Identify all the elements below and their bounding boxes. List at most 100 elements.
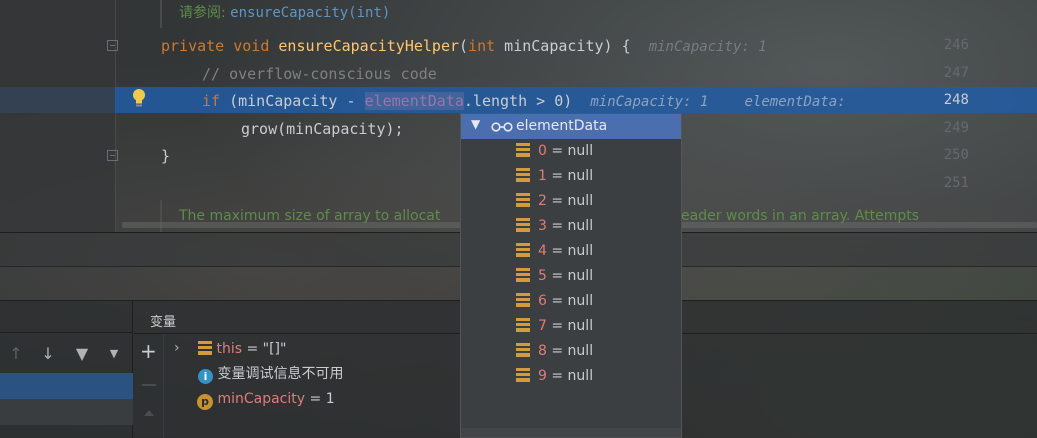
chevron-down-icon[interactable]: ▼ [104, 342, 124, 366]
variable-name: minCapacity [217, 391, 306, 407]
fold-icon[interactable] [107, 40, 118, 51]
popup-header[interactable]: ▼ elementData [461, 114, 681, 139]
variable-info-text: 变量调试信息不可用 [217, 366, 344, 382]
fold-end-icon[interactable] [107, 150, 118, 161]
field-icon [516, 218, 530, 232]
variable-eq: = [242, 341, 263, 357]
array-element-7[interactable]: 7 = null [516, 314, 593, 339]
field-icon [516, 318, 530, 332]
line-number-246: 246 [943, 37, 969, 53]
code-line-249: grow(minCapacity); [241, 120, 404, 138]
array-element-5[interactable]: 5 = null [516, 264, 593, 289]
value-tooltip-popup: ▼ elementData 0 = null 1 = null 2 = null… [460, 113, 682, 438]
side-divider [142, 384, 156, 386]
variable-eq: = [305, 391, 326, 407]
array-index: 7 [538, 318, 547, 334]
doc-see-link[interactable]: ensureCapacity(int) [230, 5, 390, 21]
condition-end: .length > 0) [463, 92, 573, 110]
add-watch-button[interactable]: + [140, 340, 157, 362]
variable-row-info: i 变量调试信息不可用 [198, 363, 343, 385]
array-value: = null [546, 243, 594, 259]
array-index: 5 [538, 268, 547, 284]
array-index: 3 [538, 218, 547, 234]
field-icon [516, 268, 530, 282]
frames-toolbar: ↑ ↓ ▼ ▼ [0, 342, 133, 366]
array-value: = null [546, 168, 594, 184]
array-index: 2 [538, 193, 547, 209]
current-line-gutter [0, 87, 115, 113]
field-icon [516, 193, 530, 207]
array-element-3[interactable]: 3 = null [516, 214, 593, 239]
array-index: 8 [538, 343, 547, 359]
keyword-int: int [468, 37, 496, 55]
inline-hint-mincapacity-248: minCapacity: 1 [590, 94, 709, 110]
watch-glasses-icon [491, 122, 513, 132]
frame-row[interactable] [0, 399, 133, 425]
chevron-down-icon[interactable]: ▼ [471, 117, 480, 131]
array-index: 0 [538, 143, 547, 159]
array-element-4[interactable]: 4 = null [516, 239, 593, 264]
field-icon [516, 343, 530, 357]
line-number-247: 247 [943, 65, 969, 81]
line-number-249: 249 [943, 120, 969, 136]
frames-header [0, 300, 133, 333]
array-value: = null [546, 218, 594, 234]
keyword-if: if [202, 92, 221, 110]
down-arrow-icon[interactable]: ↓ [38, 342, 58, 366]
array-index: 4 [538, 243, 547, 259]
code-line-247: // overflow-conscious code [202, 65, 437, 83]
filter-icon[interactable]: ▼ [72, 342, 92, 366]
line-number-251: 251 [943, 175, 969, 191]
paren-open: ( [459, 37, 469, 55]
array-element-6[interactable]: 6 = null [516, 289, 593, 314]
method-name: ensureCapacityHelper [278, 37, 460, 55]
array-element-8[interactable]: 8 = null [516, 339, 593, 364]
popup-title: elementData [516, 118, 608, 134]
array-value: = null [546, 368, 594, 384]
field-icon [516, 143, 530, 157]
code-line-246: private void ensureCapacityHelper(int mi… [161, 36, 767, 57]
doc-comment-see-also: 请参阅: ensureCapacity(int) [179, 2, 390, 22]
variables-tab[interactable]: 变量 [150, 311, 176, 330]
selected-frame[interactable] [0, 373, 133, 399]
parameter-icon: p [197, 394, 213, 410]
variable-value: "[]" [262, 341, 287, 357]
condition-start: (minCapacity - [220, 92, 365, 110]
array-element-0[interactable]: 0 = null [516, 139, 593, 164]
doc-see-prefix: 请参阅: [179, 5, 231, 21]
array-index: 6 [538, 293, 547, 309]
line-gutter [0, 0, 115, 232]
field-icon [516, 368, 530, 382]
keyword-void: void [233, 37, 270, 55]
line-number-250: 250 [943, 147, 969, 163]
array-element-1[interactable]: 1 = null [516, 164, 593, 189]
array-element-9[interactable]: 9 = null [516, 364, 593, 389]
array-value: = null [546, 143, 594, 159]
array-index: 1 [538, 168, 547, 184]
keyword-private: private [161, 37, 225, 55]
field-icon [516, 168, 530, 182]
variable-row-mincapacity[interactable]: p minCapacity = 1 [197, 388, 335, 410]
inline-hint-elementdata: elementData: [744, 94, 846, 110]
array-value: = null [546, 268, 594, 284]
code-line-248: if (minCapacity - elementData.length > 0… [202, 91, 846, 112]
popup-footer [461, 428, 681, 438]
lightbulb-icon[interactable] [131, 88, 147, 108]
field-icon [198, 341, 212, 355]
variable-row-this[interactable]: this = "[]" [198, 338, 286, 360]
variable-value: 1 [325, 391, 335, 407]
chevron-right-icon[interactable]: › [174, 340, 180, 356]
info-icon: i [198, 369, 213, 384]
collapse-icon[interactable] [144, 410, 154, 416]
gutter-separator [115, 0, 116, 232]
field-icon [516, 293, 530, 307]
up-arrow-icon[interactable]: ↑ [6, 342, 26, 366]
frames-panel: ↑ ↓ ▼ ▼ [0, 300, 133, 438]
variable-name: this [216, 341, 242, 357]
doc-comment-bar [160, 0, 162, 28]
inline-hint-mincapacity: minCapacity: 1 [648, 39, 767, 55]
array-element-2[interactable]: 2 = null [516, 189, 593, 214]
field-elementdata[interactable]: elementData [364, 92, 464, 110]
field-icon [516, 243, 530, 257]
array-value: = null [546, 193, 594, 209]
